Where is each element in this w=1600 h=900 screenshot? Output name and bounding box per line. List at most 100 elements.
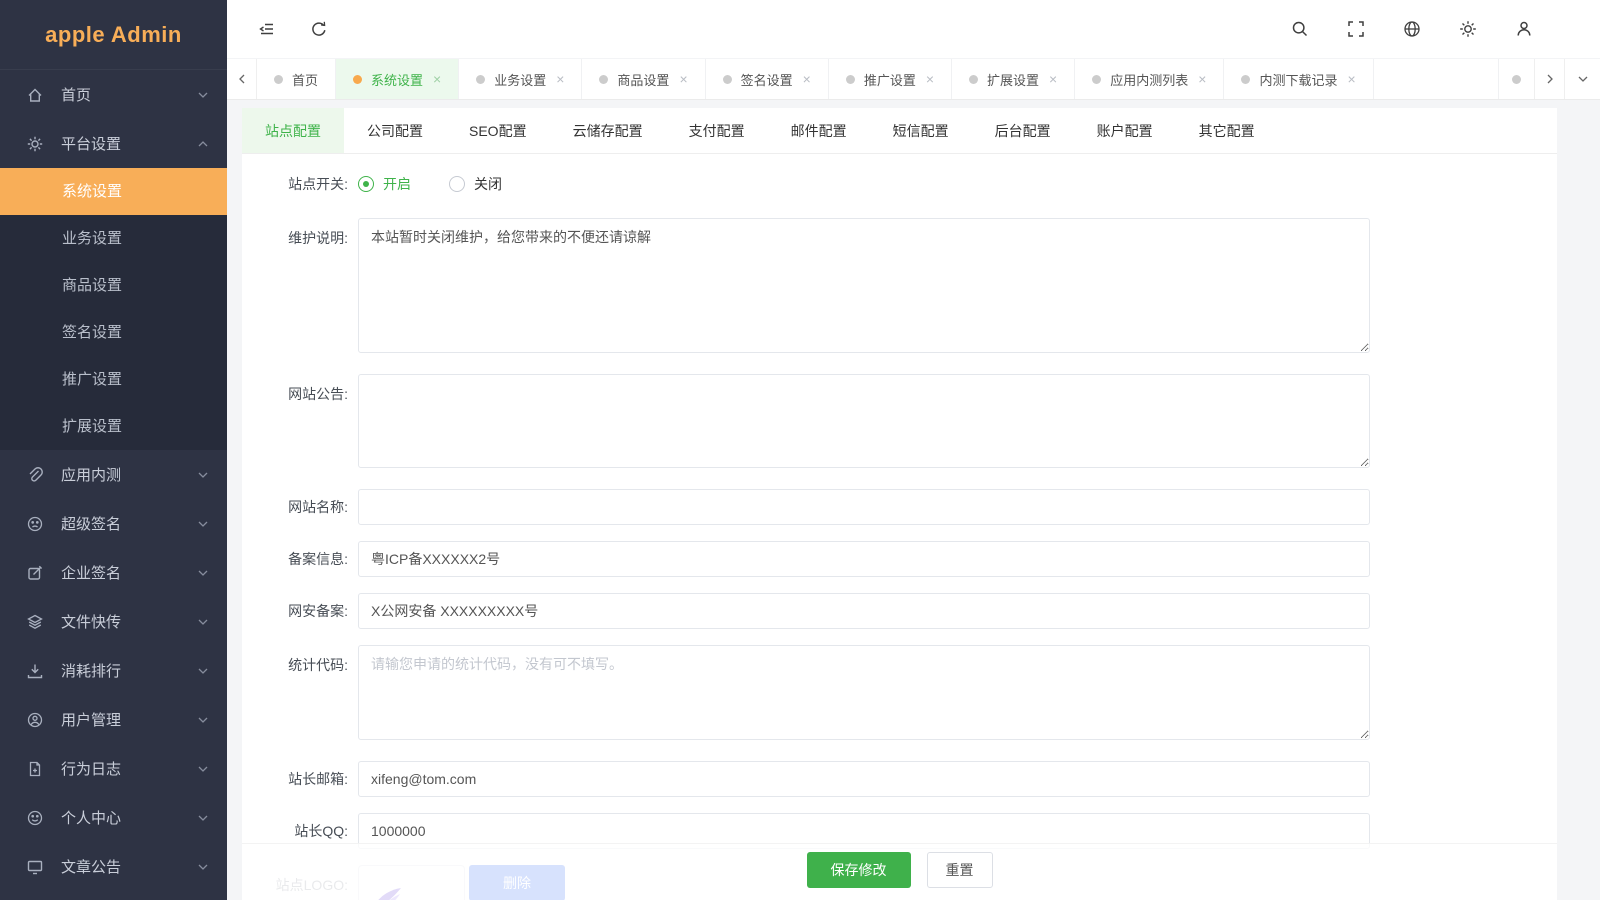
gear-icon — [26, 135, 46, 153]
subtab-company-config[interactable]: 公司配置 — [344, 108, 446, 153]
layers-icon — [26, 613, 46, 631]
icp-record-input[interactable] — [358, 541, 1370, 577]
refresh-icon[interactable] — [309, 19, 329, 39]
close-icon[interactable]: × — [926, 72, 934, 86]
sidebar-subitem-signature-settings[interactable]: 签名设置 — [0, 309, 227, 356]
close-icon[interactable]: × — [803, 72, 811, 86]
sidebar-item-label: 行为日志 — [61, 758, 121, 779]
sidebar-item-super-signature[interactable]: 超级签名 — [0, 499, 227, 548]
tab-dot — [969, 75, 978, 84]
home-icon — [26, 86, 46, 104]
close-icon[interactable]: × — [1198, 72, 1206, 86]
tab-dot — [723, 75, 732, 84]
webmaster-email-input[interactable] — [358, 761, 1370, 797]
sidebar-item-article-announcement[interactable]: 文章公告 — [0, 842, 227, 891]
sidebar-subitem-business-settings[interactable]: 业务设置 — [0, 215, 227, 262]
paperclip-icon — [26, 466, 46, 484]
sidebar-item-label: 平台设置 — [61, 133, 121, 154]
save-button[interactable]: 保存修改 — [807, 852, 911, 888]
field-label: 站点开关: — [256, 174, 348, 194]
sidebar-item-label: 首页 — [61, 84, 91, 105]
tabs-menu-dropdown[interactable] — [1564, 59, 1600, 99]
radio-site-on[interactable]: 开启 — [358, 174, 411, 194]
chevron-down-icon — [197, 89, 209, 101]
field-label: 站长邮箱: — [256, 769, 348, 789]
tab-home[interactable]: 首页 — [257, 59, 336, 99]
tabs-scroll-left-button[interactable] — [227, 59, 257, 99]
stats-code-textarea[interactable] — [358, 645, 1370, 740]
close-icon[interactable]: × — [433, 72, 441, 86]
user-icon[interactable] — [1514, 19, 1534, 39]
subtab-backend-config[interactable]: 后台配置 — [972, 108, 1074, 153]
tab-app-beta-list[interactable]: 应用内测列表× — [1075, 59, 1224, 99]
chevron-down-icon — [197, 763, 209, 775]
site-name-input[interactable] — [358, 489, 1370, 525]
download-icon — [26, 662, 46, 680]
field-label: 网站名称: — [256, 497, 348, 517]
sidebar-item-enterprise-signature[interactable]: 企业签名 — [0, 548, 227, 597]
form-row-site-name: 网站名称: — [256, 489, 1557, 525]
sidebar-item-personal-center[interactable]: 个人中心 — [0, 793, 227, 842]
top-header — [227, 0, 1600, 58]
sidebar-item-file-transfer[interactable]: 文件快传 — [0, 597, 227, 646]
radio-circle-icon — [449, 176, 465, 192]
sidebar-item-consumption-ranking[interactable]: 消耗排行 — [0, 646, 227, 695]
sidebar-subitem-promotion-settings[interactable]: 推广设置 — [0, 356, 227, 403]
fullscreen-icon[interactable] — [1346, 19, 1366, 39]
site-notice-textarea[interactable] — [358, 374, 1370, 468]
subtab-other-config[interactable]: 其它配置 — [1176, 108, 1278, 153]
tab-signature-settings[interactable]: 签名设置× — [706, 59, 829, 99]
sidebar-item-platform-settings[interactable]: 平台设置 — [0, 119, 227, 168]
sidebar-subitem-product-settings[interactable]: 商品设置 — [0, 262, 227, 309]
search-icon[interactable] — [1290, 19, 1310, 39]
sidebar-item-behavior-log[interactable]: 行为日志 — [0, 744, 227, 793]
form-row-maintain-note: 维护说明: 本站暂时关闭维护，给您带来的不便还请谅解 — [256, 218, 1557, 358]
sidebar: apple Admin 首页 平台设置 系统设置 业务设置 商品设置 签名设置 … — [0, 0, 227, 900]
form-row-webmaster-email: 站长邮箱: — [256, 761, 1557, 797]
sidebar-item-home[interactable]: 首页 — [0, 70, 227, 119]
chevron-down-icon — [197, 714, 209, 726]
subtab-mail-config[interactable]: 邮件配置 — [768, 108, 870, 153]
tab-beta-download-log[interactable]: 内测下载记录× — [1224, 59, 1373, 99]
sidebar-subitem-system-settings[interactable]: 系统设置 — [0, 168, 227, 215]
reset-button[interactable]: 重置 — [927, 852, 993, 888]
tab-promotion-settings[interactable]: 推广设置× — [829, 59, 952, 99]
sidebar-subitem-extension-settings[interactable]: 扩展设置 — [0, 403, 227, 450]
smiley-icon — [26, 809, 46, 827]
tab-extension-settings[interactable]: 扩展设置× — [952, 59, 1075, 99]
subtab-cloud-storage-config[interactable]: 云储存配置 — [550, 108, 666, 153]
close-icon[interactable]: × — [1049, 72, 1057, 86]
subtab-account-config[interactable]: 账户配置 — [1074, 108, 1176, 153]
tab-bar: 首页 系统设置× 业务设置× 商品设置× 签名设置× 推广设置× 扩展设置× 应… — [227, 58, 1600, 100]
tab-clipped[interactable] — [1498, 59, 1534, 99]
close-icon[interactable]: × — [556, 72, 564, 86]
form-row-site-notice: 网站公告: — [256, 374, 1557, 473]
settings-card: 站点配置 公司配置 SEO配置 云储存配置 支付配置 邮件配置 短信配置 后台配… — [242, 108, 1557, 900]
subtab-payment-config[interactable]: 支付配置 — [666, 108, 768, 153]
close-icon[interactable]: × — [1347, 72, 1355, 86]
subtab-site-config[interactable]: 站点配置 — [242, 108, 344, 153]
tab-dot — [1241, 75, 1250, 84]
collapse-sidebar-icon[interactable] — [257, 19, 277, 39]
tab-business-settings[interactable]: 业务设置× — [459, 59, 582, 99]
globe-icon[interactable] — [1402, 19, 1422, 39]
sidebar-item-label: 消耗排行 — [61, 660, 121, 681]
gear-icon[interactable] — [1458, 19, 1478, 39]
subtab-seo-config[interactable]: SEO配置 — [446, 108, 550, 153]
subtab-sms-config[interactable]: 短信配置 — [870, 108, 972, 153]
sidebar-item-app-beta[interactable]: 应用内测 — [0, 450, 227, 499]
close-icon[interactable]: × — [679, 72, 687, 86]
police-record-input[interactable] — [358, 593, 1370, 629]
tab-system-settings[interactable]: 系统设置× — [336, 59, 459, 99]
user-circle-icon — [26, 711, 46, 729]
radio-site-off[interactable]: 关闭 — [449, 174, 502, 194]
tab-dot — [353, 75, 362, 84]
tabs-scroll-right-button[interactable] — [1534, 59, 1564, 99]
tab-product-settings[interactable]: 商品设置× — [582, 59, 705, 99]
chevron-down-icon — [197, 616, 209, 628]
maintain-note-textarea[interactable]: 本站暂时关闭维护，给您带来的不便还请谅解 — [358, 218, 1370, 353]
content-area: 站点配置 公司配置 SEO配置 云储存配置 支付配置 邮件配置 短信配置 后台配… — [227, 100, 1600, 900]
sidebar-item-user-management[interactable]: 用户管理 — [0, 695, 227, 744]
field-label: 站长QQ: — [256, 821, 348, 841]
chevron-down-icon — [197, 812, 209, 824]
